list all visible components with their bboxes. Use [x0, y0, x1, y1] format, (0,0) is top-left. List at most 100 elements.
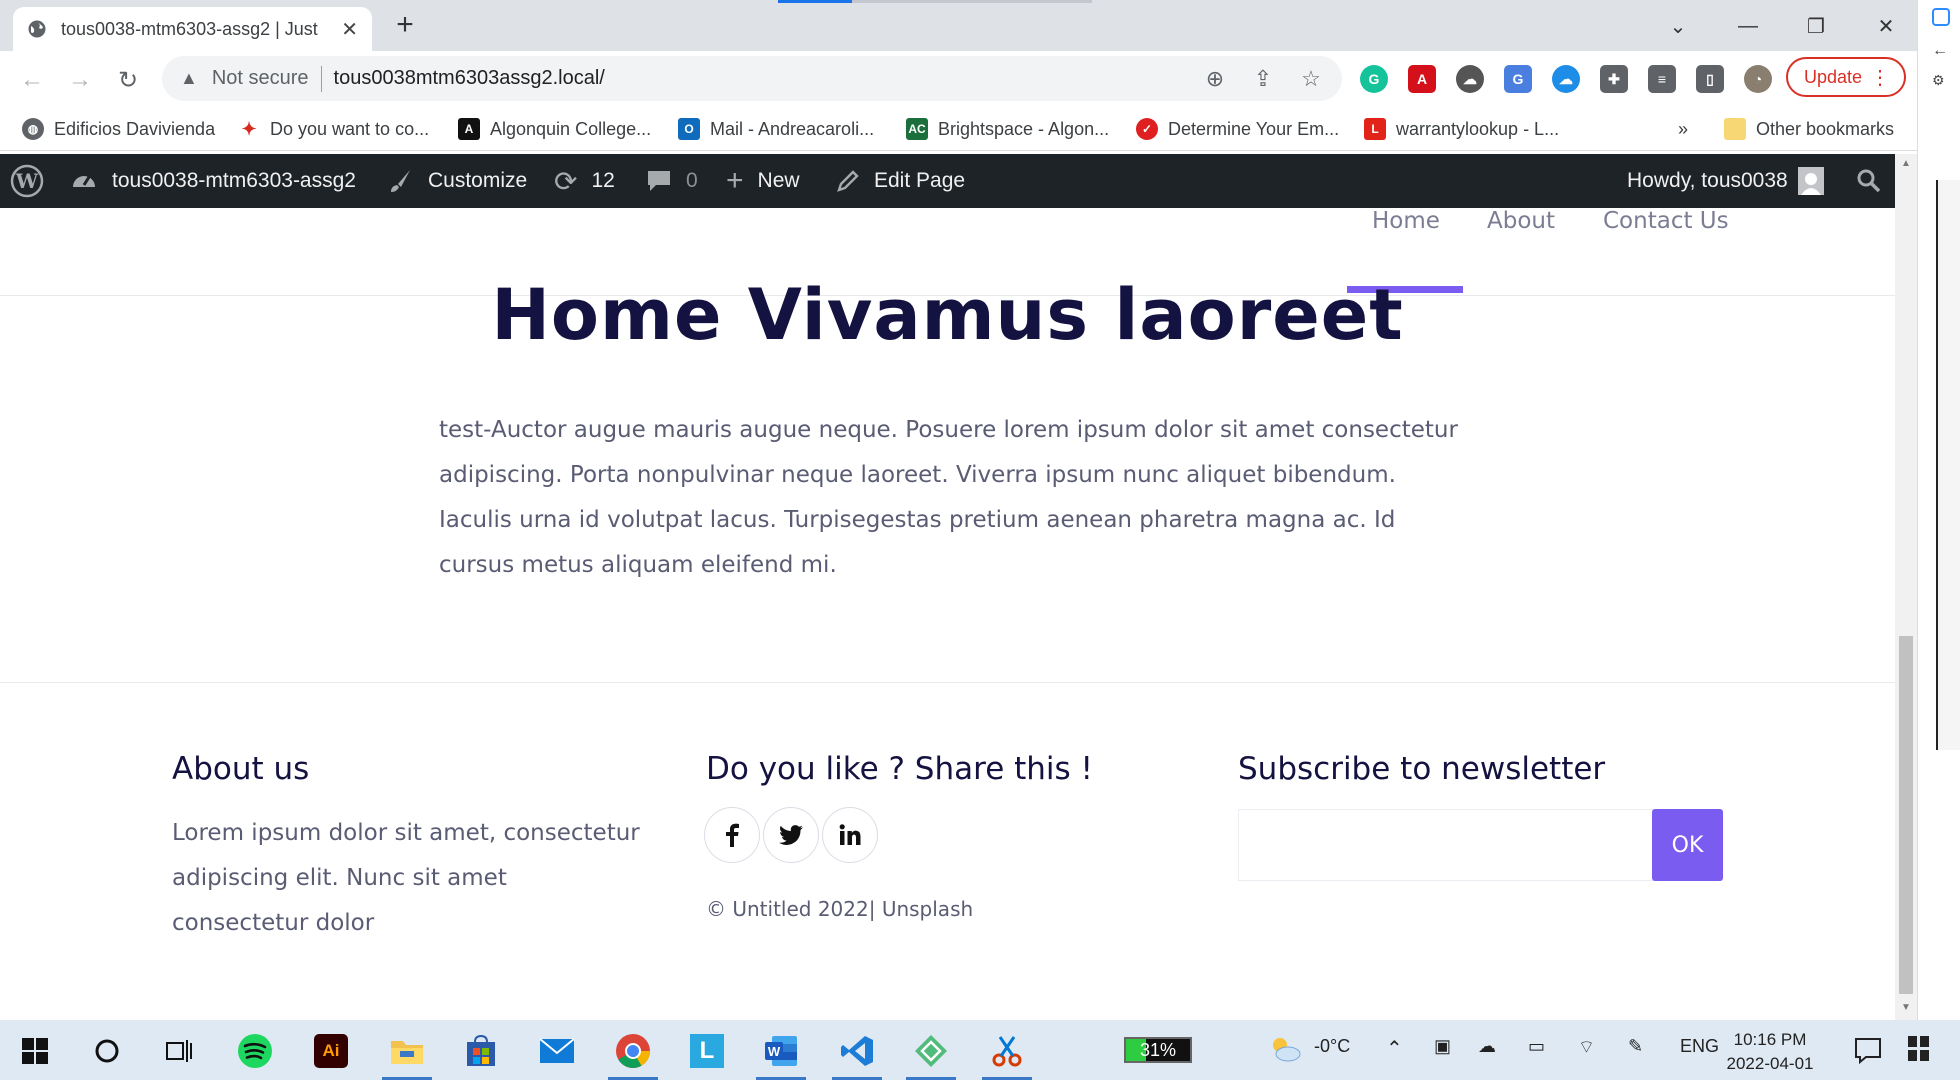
newsletter-email-field[interactable]: [1238, 809, 1654, 881]
meet-now-icon[interactable]: ▣: [1434, 1036, 1451, 1057]
site-name-link[interactable]: tous0038-mtm6303-assg2: [70, 154, 356, 208]
tab-strip-indicator: [778, 0, 852, 3]
chrome-icon[interactable]: [608, 1030, 658, 1080]
close-window-icon[interactable]: ✕: [1866, 9, 1906, 43]
cloud-icon[interactable]: ☁: [1456, 65, 1484, 93]
zoom-app-icon: [1932, 8, 1950, 26]
bookmark-label: Brightspace - Algon...: [938, 118, 1110, 139]
scroll-up-arrow-icon[interactable]: ▲: [1899, 158, 1913, 172]
snipping-tool-icon[interactable]: [982, 1030, 1032, 1080]
mail-icon[interactable]: [536, 1030, 578, 1072]
close-tab-icon[interactable]: ✕: [341, 17, 358, 42]
onedrive-tray-icon[interactable]: ☁: [1478, 1036, 1496, 1057]
search-icon[interactable]: [1856, 154, 1882, 208]
grammarly-icon[interactable]: G: [1360, 65, 1388, 93]
comments-link[interactable]: 0: [646, 154, 698, 208]
scroll-thumb[interactable]: [1899, 636, 1913, 994]
new-content-link[interactable]: + New: [726, 154, 800, 208]
vscode-icon[interactable]: [832, 1030, 882, 1080]
side-panel-icon[interactable]: ▯: [1696, 65, 1724, 93]
active-tab[interactable]: tous0038-mtm6303-assg2 | Just a ✕: [13, 7, 372, 51]
local-app-icon[interactable]: [906, 1030, 956, 1080]
reading-list-icon[interactable]: ≡: [1648, 65, 1676, 93]
battery-meter[interactable]: 31%: [1124, 1037, 1192, 1063]
tab-search-chevron-icon[interactable]: ⌄: [1658, 9, 1698, 43]
nav-home[interactable]: Home: [1372, 208, 1440, 234]
word-icon[interactable]: W: [756, 1030, 806, 1080]
comment-icon: [646, 169, 672, 193]
globe-icon: ◍: [22, 118, 44, 140]
cortana-search-icon[interactable]: [86, 1030, 128, 1072]
update-button[interactable]: Update ⋮: [1786, 57, 1906, 97]
illustrator-icon[interactable]: Ai: [310, 1030, 352, 1072]
reload-icon[interactable]: ↻: [112, 64, 144, 96]
settings-icon: ⚙: [1932, 72, 1945, 88]
forward-icon[interactable]: →: [64, 64, 96, 96]
other-bookmarks-folder[interactable]: Other bookmarks: [1724, 115, 1894, 143]
my-account-link[interactable]: Howdy, tous0038: [1627, 154, 1824, 208]
microsoft-store-icon[interactable]: [460, 1030, 502, 1072]
minimize-icon[interactable]: —: [1728, 9, 1768, 43]
wp-admin-bar: W tous0038-mtm6303-assg2 Customize ⟳ 12 …: [0, 154, 1895, 208]
edit-page-link[interactable]: Edit Page: [836, 154, 965, 208]
bookmarks-bar: ◍ Edificios Davivienda ✦ Do you want to co…: [0, 107, 1960, 151]
newsletter-submit-button[interactable]: OK: [1652, 809, 1723, 881]
new-label: New: [757, 169, 800, 192]
bookmark-item[interactable]: A Algonquin College...: [458, 115, 651, 143]
folder-icon: [1724, 118, 1746, 140]
nav-contact-us[interactable]: Contact Us: [1603, 208, 1729, 234]
profile-avatar[interactable]: ◔: [1744, 65, 1772, 93]
acrobat-icon[interactable]: A: [1408, 65, 1436, 93]
customize-link[interactable]: Customize: [388, 154, 527, 208]
windows-start-icon[interactable]: [14, 1030, 56, 1072]
wifi-icon[interactable]: ⌔: [1578, 1036, 1595, 1059]
linkedin-button[interactable]: [822, 807, 878, 863]
globe-icon: [27, 19, 47, 39]
more-vert-icon: ⋮: [1870, 67, 1890, 89]
bookmark-item[interactable]: ✓ Determine Your Em...: [1136, 115, 1339, 143]
tray-chevron-icon[interactable]: ⌃: [1386, 1036, 1403, 1061]
address-divider: [320, 65, 322, 92]
widgets-icon[interactable]: [1906, 1034, 1932, 1064]
bookmark-item[interactable]: Lwarrantylookup - L...: [1364, 115, 1559, 143]
back-icon[interactable]: ←: [16, 64, 48, 96]
weather-icon[interactable]: [1268, 1034, 1302, 1064]
new-tab-button[interactable]: +: [388, 10, 422, 44]
tab-strip-indicator-track: [852, 0, 1092, 3]
extensions-icon[interactable]: ✚: [1600, 65, 1628, 93]
outlook-icon: O: [678, 118, 700, 140]
bookmark-item[interactable]: O Mail - Andreacaroli...: [678, 115, 874, 143]
star-icon[interactable]: ☆: [1298, 66, 1324, 92]
nav-about[interactable]: About: [1487, 208, 1555, 234]
url-text[interactable]: tous0038mtm6303assg2.local/: [334, 67, 605, 90]
pen-icon[interactable]: ✎: [1628, 1036, 1643, 1057]
spotify-icon[interactable]: [234, 1030, 276, 1072]
lenovo-l-icon[interactable]: L: [686, 1030, 728, 1072]
address-bar[interactable]: ▲ Not secure tous0038mtm6303assg2.local/…: [162, 56, 1342, 101]
bookmark-item[interactable]: AC Brightspace - Algon...: [906, 115, 1109, 143]
bookmark-label: Do you want to co...: [270, 118, 430, 139]
language-indicator[interactable]: ENG: [1680, 1036, 1719, 1057]
share-icon[interactable]: ⇪: [1250, 66, 1276, 92]
bookmarks-overflow-button[interactable]: »: [1678, 115, 1688, 143]
notifications-icon[interactable]: [1854, 1036, 1882, 1064]
maple-leaf-icon: ✦: [238, 118, 260, 140]
onedrive-icon[interactable]: ☁: [1552, 65, 1580, 93]
translate-icon[interactable]: G: [1504, 65, 1532, 93]
zoom-icon[interactable]: ⊕: [1202, 66, 1228, 92]
updates-link[interactable]: ⟳ 12: [554, 154, 615, 208]
task-view-icon[interactable]: [158, 1030, 200, 1072]
scroll-down-arrow-icon[interactable]: ▼: [1899, 1002, 1913, 1016]
system-clock[interactable]: 10:16 PM 2022-04-01: [1720, 1028, 1820, 1076]
file-explorer-icon[interactable]: [382, 1030, 432, 1080]
facebook-button[interactable]: [704, 807, 760, 863]
bookmark-item[interactable]: ◍ Edificios Davivienda: [22, 115, 215, 143]
wordpress-logo-icon[interactable]: W: [10, 154, 44, 208]
bookmark-item[interactable]: ✦ Do you want to co...: [238, 115, 429, 143]
page-scrollbar[interactable]: ▲ ▼: [1895, 154, 1917, 1020]
updates-icon: ⟳: [554, 165, 578, 197]
twitter-button[interactable]: [763, 807, 819, 863]
plus-icon: +: [726, 164, 744, 197]
restore-icon[interactable]: ❐: [1796, 9, 1836, 43]
battery-tray-icon[interactable]: ▭: [1528, 1036, 1545, 1057]
